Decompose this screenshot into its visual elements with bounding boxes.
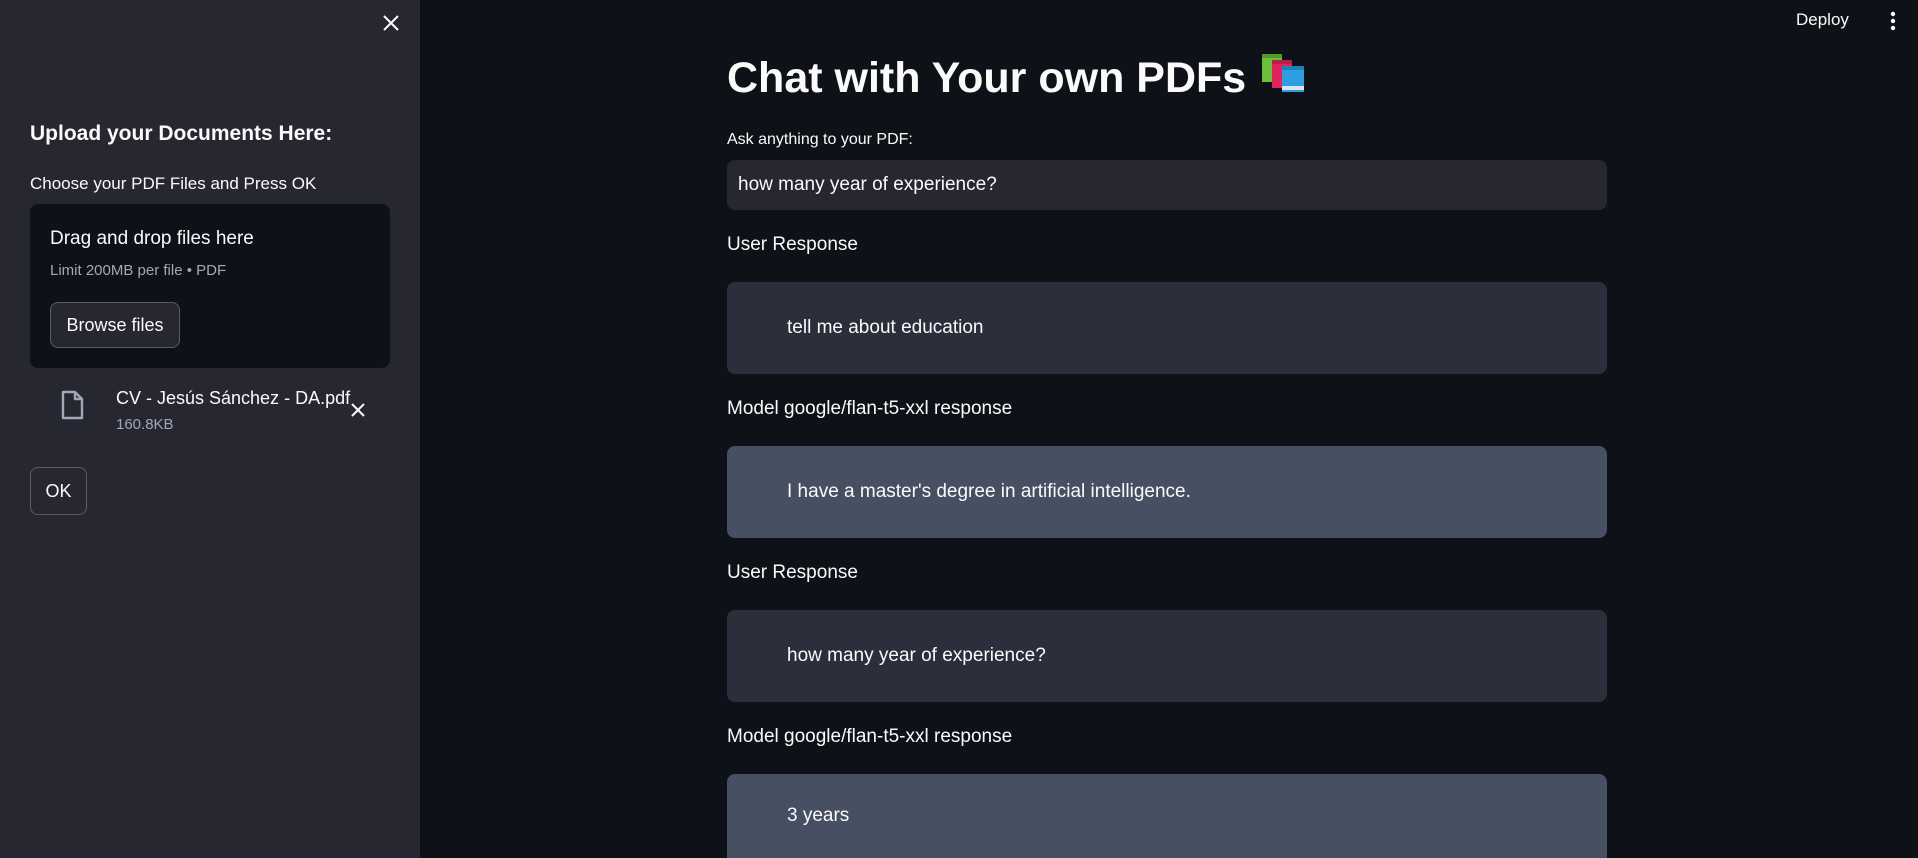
- close-sidebar-icon[interactable]: [378, 10, 404, 36]
- message-label: User Response: [727, 562, 858, 583]
- message-text: tell me about education: [787, 317, 984, 338]
- books-emoji-icon: [1260, 52, 1308, 105]
- ask-input[interactable]: [727, 160, 1607, 210]
- user-message: how many year of experience?: [727, 610, 1607, 702]
- file-icon: [60, 390, 84, 425]
- sidebar: Upload your Documents Here: Choose your …: [0, 0, 420, 858]
- page-title: Chat with Your own PDFs: [727, 52, 1308, 105]
- message-text: how many year of experience?: [787, 645, 1046, 666]
- message-label: User Response: [727, 234, 858, 255]
- uploaded-file-item: CV - Jesús Sánchez - DA.pdf 160.8KB: [30, 380, 390, 440]
- ask-label: Ask anything to your PDF:: [727, 131, 913, 148]
- dropzone-title: Drag and drop files here: [50, 228, 254, 249]
- message-text: I have a master's degree in artificial i…: [787, 481, 1191, 502]
- uploader-label: Choose your PDF Files and Press OK: [30, 174, 317, 193]
- remove-file-icon[interactable]: [344, 396, 372, 424]
- message-text: 3 years: [787, 805, 850, 826]
- message-label: Model google/flan-t5-xxl response: [727, 726, 1013, 747]
- upload-heading: Upload your Documents Here:: [30, 122, 333, 145]
- file-size: 160.8KB: [116, 416, 174, 433]
- model-message: I have a master's degree in artificial i…: [727, 446, 1607, 538]
- page-title-text: Chat with Your own PDFs: [727, 54, 1247, 102]
- dropzone-limit: Limit 200MB per file • PDF: [50, 262, 227, 279]
- user-message: tell me about education: [727, 282, 1607, 374]
- model-message: 3 years: [727, 774, 1607, 858]
- deploy-button[interactable]: Deploy: [1796, 7, 1849, 33]
- browse-files-button[interactable]: Browse files: [50, 302, 180, 348]
- file-dropzone[interactable]: Drag and drop files here Limit 200MB per…: [30, 204, 390, 368]
- message-label: Model google/flan-t5-xxl response: [727, 398, 1013, 419]
- more-menu-icon[interactable]: [1882, 8, 1904, 34]
- file-name: CV - Jesús Sánchez - DA.pdf: [116, 388, 351, 408]
- ok-button[interactable]: OK: [30, 467, 87, 515]
